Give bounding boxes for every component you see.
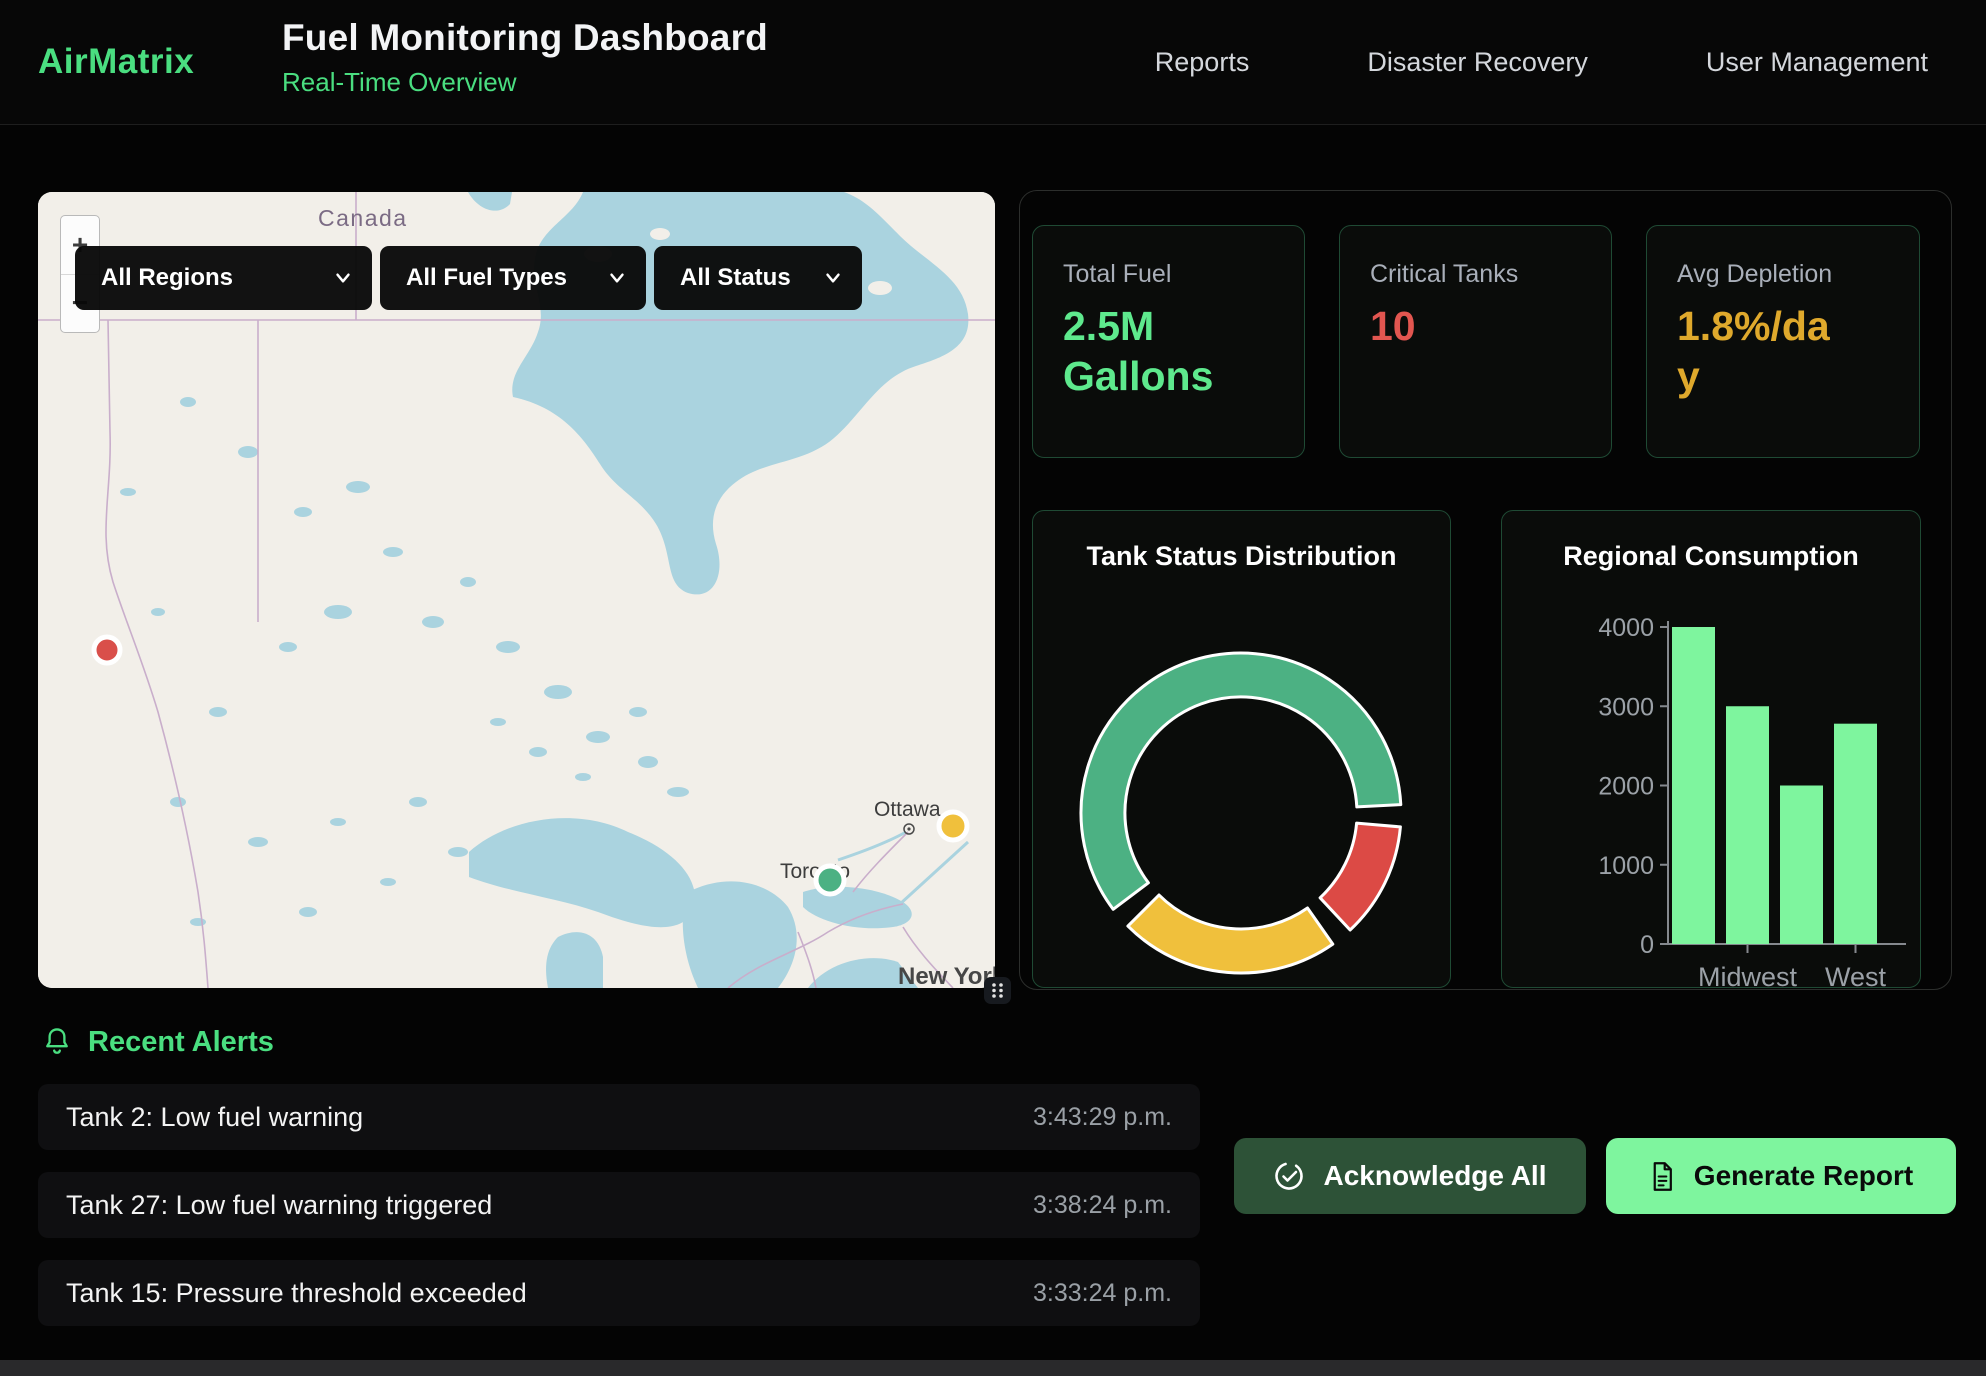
tank-status-card: Tank Status Distribution [1032,510,1451,988]
stat-value-critical-tanks: 10 [1370,301,1538,351]
chevron-down-icon [822,267,844,289]
bar-West[interactable] [1834,724,1877,944]
window-scrollbar[interactable] [0,1360,1986,1376]
stat-card-total-fuel: Total Fuel 2.5M Gallons [1032,225,1305,458]
x-tick-label: Midwest [1698,962,1798,989]
regional-consumption-bar-chart[interactable]: 0 1000 2000 3000 4000 Midwest West [1502,511,1922,989]
map-island [650,228,670,240]
acknowledge-all-button[interactable]: Acknowledge All [1234,1138,1586,1214]
map-filters: All Regions All Fuel Types All Status [75,246,862,310]
map-island [868,281,892,295]
page-title: Fuel Monitoring Dashboard [282,17,768,59]
alert-row[interactable]: Tank 2: Low fuel warning 3:43:29 p.m. [38,1084,1200,1150]
file-text-icon [1649,1161,1676,1192]
donut-segment-critical[interactable] [1320,823,1400,930]
map-panel[interactable]: Canada Ottawa Toronto New York + − All R… [38,192,995,988]
nav-disaster-recovery[interactable]: Disaster Recovery [1367,47,1588,78]
check-circle-icon [1273,1160,1305,1192]
donut-segment-warning[interactable] [1128,895,1333,973]
tank-status-donut-chart[interactable] [1033,511,1452,989]
chevron-down-icon [332,267,354,289]
y-tick-label: 4000 [1598,614,1654,642]
alert-message: Tank 15: Pressure threshold exceeded [66,1278,527,1309]
app-logo: AirMatrix [38,0,194,124]
x-tick-label: West [1825,962,1887,989]
generate-report-button[interactable]: Generate Report [1606,1138,1956,1214]
stat-card-avg-depletion: Avg Depletion 1.8%/day [1646,225,1920,458]
alert-timestamp: 3:38:24 p.m. [1033,1191,1172,1220]
bar-series-0[interactable] [1672,627,1715,944]
map-label-ottawa: Ottawa [874,798,941,821]
drag-dots-icon [989,981,1006,1000]
chevron-down-icon [606,267,628,289]
regional-consumption-card: Regional Consumption 01000200030004000Mi… [1501,510,1921,988]
region-filter-value: All Regions [101,264,233,292]
tank-marker-critical[interactable] [94,637,120,663]
bar-series-2[interactable] [1780,786,1823,945]
alerts-header: Recent Alerts [42,1026,274,1059]
y-tick-label: 2000 [1598,773,1654,801]
alert-row[interactable]: Tank 27: Low fuel warning triggered 3:38… [38,1172,1200,1238]
alert-timestamp: 3:43:29 p.m. [1033,1103,1172,1132]
nav-user-management[interactable]: User Management [1706,47,1928,78]
alerts-title: Recent Alerts [88,1026,274,1059]
acknowledge-all-label: Acknowledge All [1323,1160,1546,1192]
fuel-monitoring-dashboard: AirMatrix Fuel Monitoring Dashboard Real… [0,0,1986,1376]
map-canvas[interactable]: Canada Ottawa Toronto New York [38,192,995,988]
stat-value-total-fuel: 2.5M Gallons [1063,301,1231,401]
alert-message: Tank 2: Low fuel warning [66,1102,363,1133]
bar-Midwest[interactable] [1726,706,1769,944]
fuel-type-filter-value: All Fuel Types [406,264,567,292]
status-filter-value: All Status [680,264,791,292]
status-filter-select[interactable]: All Status [654,246,862,310]
map-label-canada: Canada [318,205,408,231]
tank-marker-normal[interactable] [816,866,844,894]
stat-card-critical-tanks: Critical Tanks 10 [1339,225,1612,458]
y-tick-label: 0 [1640,931,1654,959]
alert-message: Tank 27: Low fuel warning triggered [66,1190,492,1221]
bell-icon [42,1027,72,1059]
page-subtitle: Real-Time Overview [282,67,768,98]
tank-marker-warning[interactable] [939,812,967,840]
stat-label: Critical Tanks [1370,260,1611,289]
main-nav: Reports Disaster Recovery User Managemen… [1155,0,1928,124]
y-tick-label: 3000 [1598,693,1654,721]
map-resize-handle[interactable] [984,977,1011,1004]
alert-row[interactable]: Tank 15: Pressure threshold exceeded 3:3… [38,1260,1200,1326]
app-header: AirMatrix Fuel Monitoring Dashboard Real… [0,0,1986,125]
region-filter-select[interactable]: All Regions [75,246,372,310]
nav-reports[interactable]: Reports [1155,47,1250,78]
ottawa-town-dot [907,827,910,830]
title-block: Fuel Monitoring Dashboard Real-Time Over… [282,17,768,98]
stat-label: Total Fuel [1063,260,1304,289]
y-tick-label: 1000 [1598,852,1654,880]
map-label-new-york: New York [898,963,995,988]
fuel-type-filter-select[interactable]: All Fuel Types [380,246,646,310]
generate-report-label: Generate Report [1694,1160,1913,1192]
stat-label: Avg Depletion [1677,260,1919,289]
stat-value-avg-depletion: 1.8%/day [1677,301,1845,401]
alert-timestamp: 3:33:24 p.m. [1033,1279,1172,1308]
